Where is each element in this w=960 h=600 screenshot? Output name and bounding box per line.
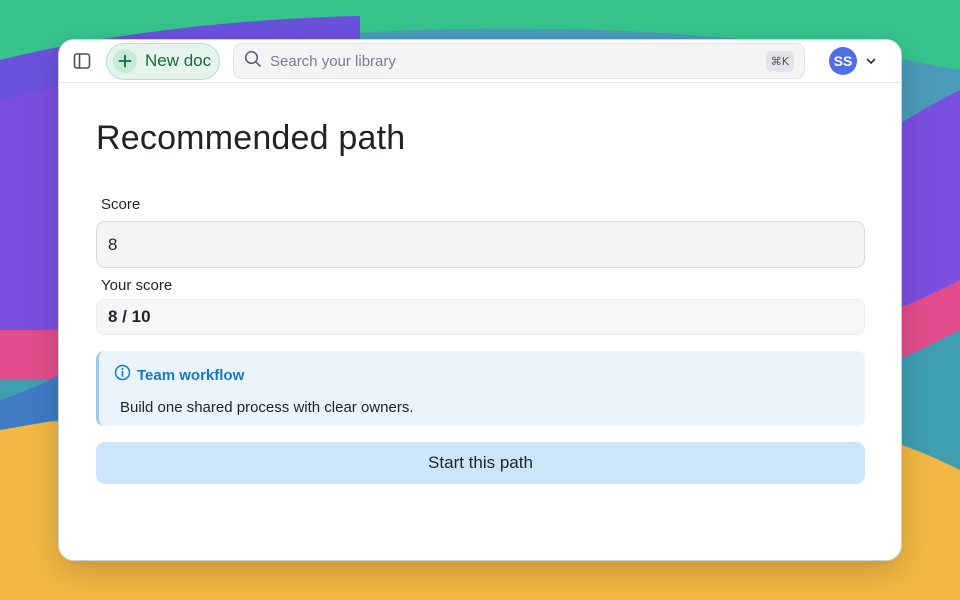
new-doc-label: New doc <box>145 51 212 70</box>
chevron-down-icon[interactable] <box>865 55 877 67</box>
score-label: Score <box>101 196 141 213</box>
your-score-label: Your score <box>101 277 173 294</box>
top-bar: New doc Search your library ⌘K SS <box>59 40 901 83</box>
callout-header: Team workflow <box>114 364 865 386</box>
info-callout: Team workflow Build one shared process w… <box>96 351 865 426</box>
avatar[interactable]: SS <box>829 47 857 75</box>
search-input[interactable]: Search your library ⌘K <box>233 43 805 79</box>
search-icon <box>244 50 262 73</box>
main-content: Recommended path Score Your score 8 / 10… <box>59 119 901 484</box>
sidebar-toggle-icon[interactable] <box>71 50 93 72</box>
plus-icon <box>113 49 137 73</box>
info-icon <box>114 364 131 386</box>
your-score-value: 8 / 10 <box>96 299 865 335</box>
search-shortcut-badge: ⌘K <box>765 50 794 72</box>
score-input[interactable] <box>96 221 865 268</box>
callout-title: Team workflow <box>137 366 245 384</box>
new-doc-button[interactable]: New doc <box>106 42 220 80</box>
search-placeholder: Search your library <box>270 52 396 70</box>
callout-body: Build one shared process with clear owne… <box>120 399 414 416</box>
page-title: Recommended path <box>96 119 406 157</box>
app-window: New doc Search your library ⌘K SS Recomm… <box>58 39 902 561</box>
start-path-button[interactable]: Start this path <box>96 442 865 484</box>
